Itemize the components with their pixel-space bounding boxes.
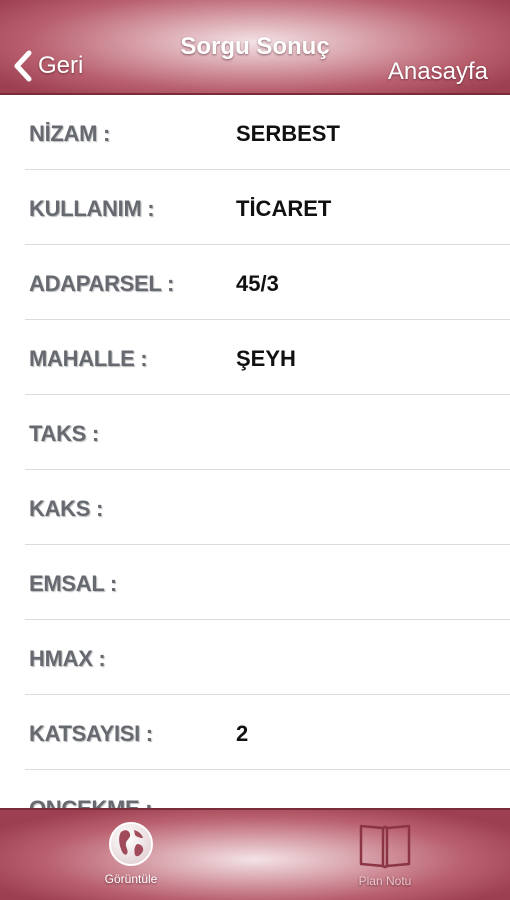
tab-goruntule[interactable]: Görüntüle (71, 816, 191, 900)
header-bar: Geri Sorgu Sonuç Anasayfa (0, 0, 510, 95)
list-item: KAKS : (25, 470, 510, 545)
field-value: 2 (236, 721, 249, 746)
list-item: TAKS : (25, 395, 510, 470)
field-value: ŞEYH (236, 346, 296, 371)
list-item: HMAX : (25, 620, 510, 695)
field-label: KATSAYISI : (29, 721, 153, 746)
tab-plan-notu[interactable]: Plan Notu (325, 816, 445, 900)
tab-label: Plan Notu (358, 874, 412, 888)
list-item: MAHALLE : ŞEYH (25, 320, 510, 395)
list-item: KULLANIM : TİCARET (25, 170, 510, 245)
field-label: TAKS : (29, 421, 99, 446)
list-item: NİZAM : SERBEST (25, 95, 510, 170)
home-button[interactable]: Anasayfa (388, 58, 488, 86)
book-icon (359, 824, 411, 869)
result-list[interactable]: NİZAM : SERBEST KULLANIM : TİCARET ADAPA… (0, 95, 510, 808)
field-label: ONCEKME : (29, 796, 153, 808)
field-label: ADAPARSEL : (29, 271, 175, 296)
field-label: KULLANIM : (29, 196, 155, 221)
tab-bar: Görüntüle Plan Notu (0, 808, 510, 900)
field-value: TİCARET (236, 196, 332, 221)
list-item: EMSAL : (25, 545, 510, 620)
tab-label: Görüntüle (104, 872, 158, 886)
field-label: MAHALLE : (29, 346, 148, 371)
field-label: EMSAL : (29, 571, 117, 596)
list-item: ADAPARSEL : 45/3 (25, 245, 510, 320)
globe-icon (109, 822, 153, 866)
field-label: HMAX : (29, 646, 106, 671)
field-value: 45/3 (236, 271, 279, 296)
list-item: ONCEKME : (25, 770, 510, 808)
field-label: KAKS : (29, 496, 103, 521)
list-item: KATSAYISI : 2 (25, 695, 510, 770)
page-title: Sorgu Sonuç (180, 33, 330, 60)
field-value: SERBEST (236, 121, 340, 146)
field-label: NİZAM : (29, 121, 110, 146)
